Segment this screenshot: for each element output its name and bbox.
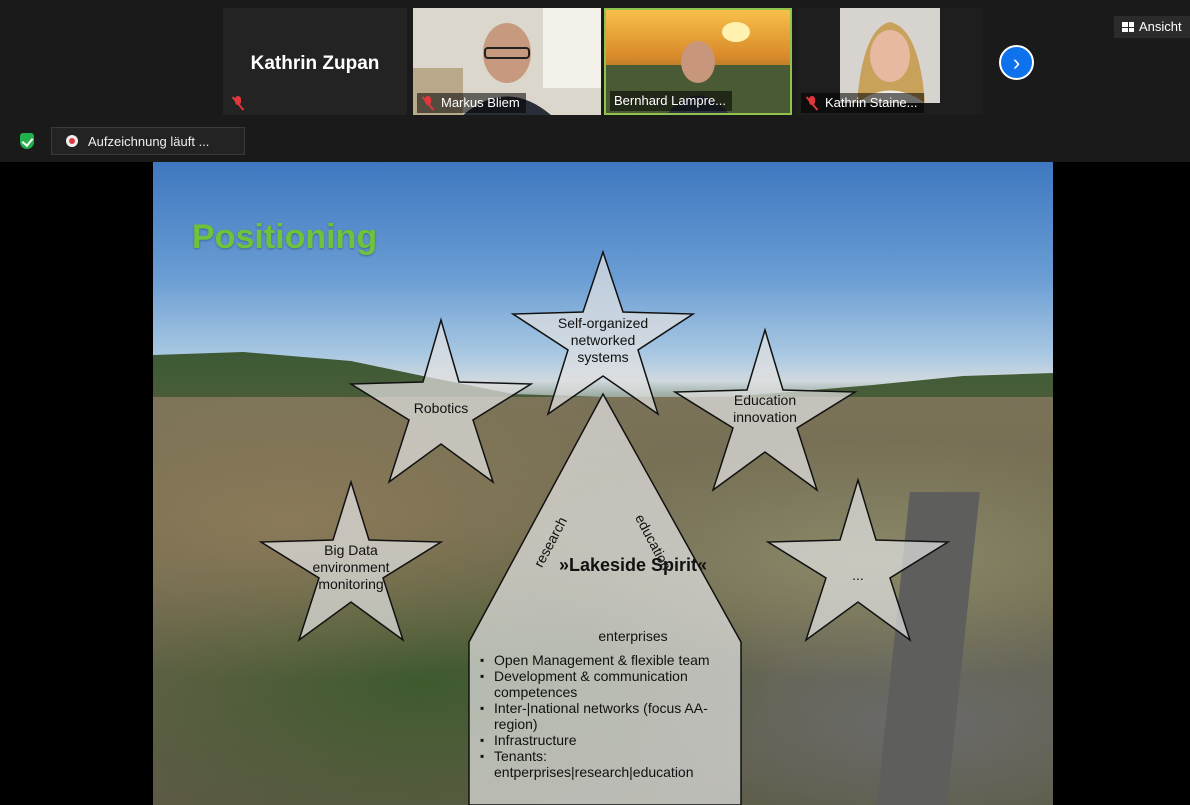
- participant-name: Bernhard Lampre...: [614, 93, 727, 108]
- star-label-bottom-left: Big Data environment monitoring: [312, 542, 390, 592]
- list-item: Tenants: entperprises|research|education: [480, 748, 740, 780]
- participant-label: Kathrin Staine...: [801, 93, 924, 113]
- list-item: Development & communication competences: [480, 668, 740, 700]
- participant-label: [227, 93, 251, 113]
- participant-tile-kathrin-staine[interactable]: Kathrin Staine...: [797, 8, 983, 115]
- base-label: enterprises: [598, 628, 668, 644]
- grid-view-icon: [1122, 22, 1134, 32]
- list-item: Open Management & flexible team: [480, 652, 740, 668]
- chevron-right-icon: ›: [1012, 49, 1021, 75]
- star-bottom-right: [765, 477, 951, 642]
- participant-tile-kathrin-zupan[interactable]: Kathrin Zupan: [223, 8, 407, 115]
- participant-tile-bernhard-lampre[interactable]: Bernhard Lampre...: [604, 8, 792, 115]
- security-shield-icon[interactable]: [20, 133, 34, 149]
- recording-indicator[interactable]: Aufzeichnung läuft ...: [51, 127, 245, 155]
- view-button[interactable]: Ansicht: [1114, 16, 1190, 38]
- participant-name: Markus Bliem: [441, 95, 520, 110]
- mic-muted-icon: [421, 96, 435, 110]
- star-label-right: Education innovation: [733, 392, 797, 425]
- recording-label: Aufzeichnung läuft ...: [88, 133, 210, 149]
- next-participants-button[interactable]: ›: [999, 45, 1034, 80]
- mic-muted-icon: [231, 96, 245, 110]
- shared-screen: Positioning Self-organized networked sys…: [0, 162, 1190, 805]
- participant-name-large: Kathrin Zupan: [250, 53, 380, 74]
- participant-label: Bernhard Lampre...: [610, 91, 733, 111]
- participant-name: Kathrin Staine...: [825, 95, 918, 110]
- recording-dot-icon: [66, 135, 78, 147]
- list-item: Infrastructure: [480, 732, 740, 748]
- presentation-slide: Positioning Self-organized networked sys…: [153, 162, 1053, 805]
- bullet-list: Open Management & flexible team Developm…: [470, 652, 740, 780]
- list-item: Inter-|national networks (focus AA-regio…: [480, 700, 740, 732]
- star-label-bottom-right: ...: [852, 567, 864, 583]
- mic-muted-icon: [805, 96, 819, 110]
- participant-strip: Kathrin Zupan Markus Bliem Bernhard Lamp…: [0, 0, 1190, 162]
- center-title: »Lakeside Spirit«: [558, 555, 708, 575]
- view-button-label: Ansicht: [1139, 19, 1182, 34]
- participant-tile-markus-bliem[interactable]: Markus Bliem: [413, 8, 601, 115]
- star-label-top: Self-organized networked systems: [557, 315, 649, 365]
- star-label-left: Robotics: [413, 400, 469, 416]
- participant-label: Markus Bliem: [417, 93, 526, 113]
